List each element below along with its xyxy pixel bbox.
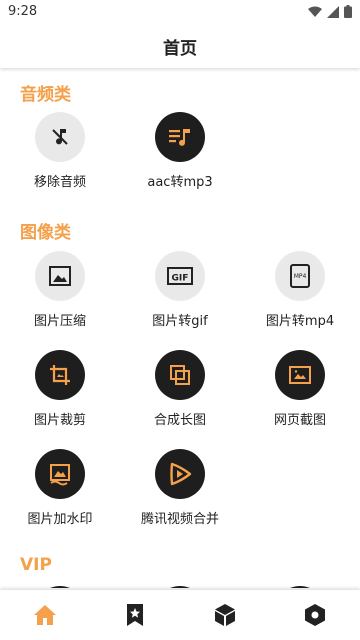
status-bar: 9:28 (0, 0, 360, 24)
status-time: 9:28 (8, 4, 38, 19)
bottom-nav (0, 590, 360, 640)
tool-label: aac转mp3 (147, 175, 213, 190)
tool-label: 图片裁剪 (33, 413, 86, 428)
settings-hex-icon (305, 604, 325, 626)
tool-image-to-gif[interactable]: GIF 图片转gif (120, 251, 240, 329)
section-title-vip: VIP (20, 555, 52, 575)
box-icon (215, 604, 235, 626)
app-bar: 首页 (0, 24, 360, 68)
vip-tool-icon[interactable] (275, 586, 325, 588)
nav-settings[interactable] (270, 590, 360, 640)
gif-icon-text: GIF (172, 274, 189, 284)
image-icon (49, 266, 71, 286)
tool-image-crop[interactable]: 图片裁剪 (0, 350, 120, 428)
tool-icon-circle: GIF (155, 251, 205, 301)
screenshot-icon (289, 366, 311, 384)
music-off-icon (52, 129, 68, 145)
tool-label: 图片转gif (152, 314, 208, 329)
nav-home[interactable] (0, 590, 90, 640)
music-list-icon (169, 129, 190, 146)
tool-label: 图片转mp4 (265, 314, 335, 329)
mp4-icon-text: MP4 (294, 273, 307, 280)
tool-icon-circle (155, 112, 205, 162)
tool-remove-audio[interactable]: 移除音频 (0, 112, 120, 190)
home-icon (34, 605, 56, 625)
crop-icon (50, 365, 70, 385)
tool-tencent-video-merge[interactable]: 腾讯视频合并 (120, 449, 240, 527)
tencent-video-icon (170, 462, 192, 486)
tool-icon-circle (155, 449, 205, 499)
tool-aac-to-mp3[interactable]: aac转mp3 (120, 112, 240, 190)
tool-icon-circle (35, 251, 85, 301)
section-title-audio: 音频类 (20, 85, 71, 105)
battery-icon (344, 5, 352, 18)
tool-icon-circle (35, 112, 85, 162)
watermark-icon (50, 464, 70, 486)
tool-label: 合成长图 (153, 413, 206, 428)
tool-image-to-mp4[interactable]: MP4 图片转mp4 (240, 251, 360, 329)
layers-icon (170, 365, 190, 385)
signal-icon (327, 5, 339, 18)
main-content[interactable]: 音频类 移除音频 aac转mp3 图像类 图片压缩 GIF 图片转gif MP4… (0, 68, 360, 588)
tool-merge-long-image[interactable]: 合成长图 (120, 350, 240, 428)
tool-web-screenshot[interactable]: 网页截图 (240, 350, 360, 428)
tool-icon-circle (275, 350, 325, 400)
vip-tool-icon[interactable] (155, 586, 205, 588)
tool-label: 图片加水印 (27, 512, 93, 527)
page-title: 首页 (163, 38, 197, 59)
nav-favorites[interactable] (90, 590, 180, 640)
bookmark-star-icon (127, 604, 143, 626)
wifi-icon (308, 6, 322, 17)
mp4-file-icon: MP4 (290, 264, 310, 288)
vip-tool-icon[interactable] (35, 586, 85, 588)
section-title-image: 图像类 (20, 223, 71, 243)
tool-label: 网页截图 (273, 413, 326, 428)
tool-label: 移除音频 (33, 175, 86, 190)
status-icons (308, 5, 352, 18)
tool-image-compress[interactable]: 图片压缩 (0, 251, 120, 329)
tool-icon-circle (35, 449, 85, 499)
tool-icon-circle: MP4 (275, 251, 325, 301)
gif-icon: GIF (167, 267, 193, 285)
tool-icon-circle (35, 350, 85, 400)
nav-box[interactable] (180, 590, 270, 640)
tool-label: 腾讯视频合并 (140, 512, 219, 527)
tool-image-watermark[interactable]: 图片加水印 (0, 449, 120, 527)
tool-label: 图片压缩 (33, 314, 86, 329)
tool-icon-circle (155, 350, 205, 400)
